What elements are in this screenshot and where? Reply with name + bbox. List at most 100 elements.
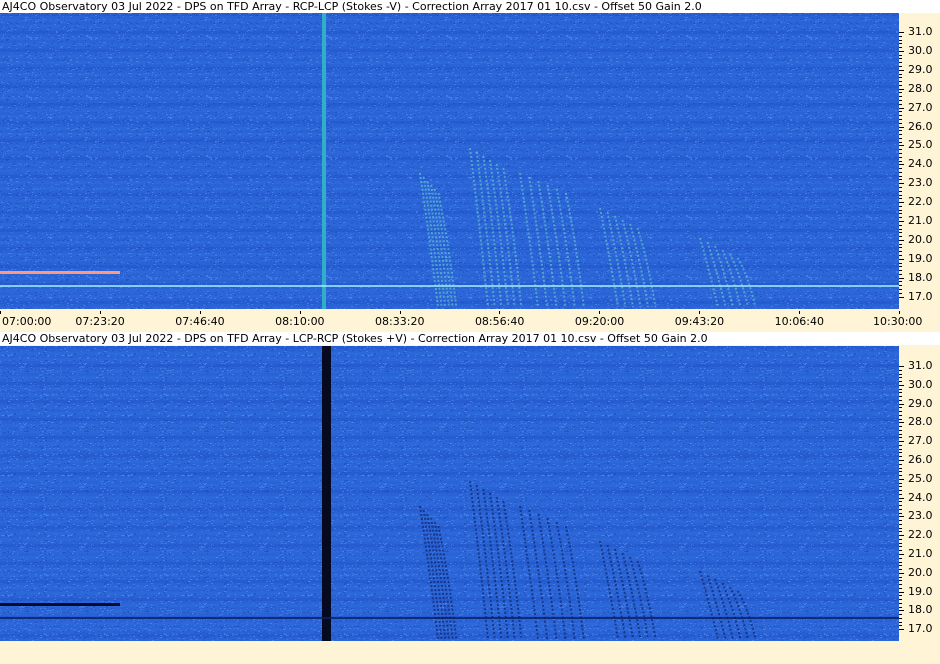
freq-minor-tick bbox=[899, 369, 902, 371]
freq-minor-tick bbox=[899, 281, 902, 283]
noise-texture bbox=[0, 346, 899, 641]
freq-minor-tick bbox=[899, 194, 902, 196]
freq-minor-tick bbox=[899, 58, 902, 60]
freq-minor-tick bbox=[899, 448, 902, 450]
freq-label: 17.0 bbox=[908, 622, 933, 636]
freq-minor-tick bbox=[899, 531, 902, 533]
freq-label: 22.0 bbox=[908, 195, 933, 209]
freq-minor-tick bbox=[899, 587, 902, 589]
freq-tick bbox=[899, 384, 904, 386]
freq-minor-tick bbox=[899, 243, 902, 245]
freq-tick bbox=[899, 296, 904, 298]
freq-minor-tick bbox=[899, 255, 902, 257]
noise-texture bbox=[0, 13, 899, 309]
time-label: 07:23:20 bbox=[75, 315, 125, 328]
freq-minor-tick bbox=[899, 538, 902, 540]
freq-minor-tick bbox=[899, 396, 902, 398]
frequency-axis-bottom: 31.0 30.0 29.0 28.0 27.0 26.0 25.0 24.0 23.0 22.0… bbox=[899, 346, 940, 641]
freq-tick bbox=[899, 460, 904, 461]
freq-tick bbox=[899, 50, 904, 52]
spectrogram-image bbox=[0, 346, 899, 641]
freq-minor-tick bbox=[899, 141, 902, 143]
freq-minor-tick bbox=[899, 444, 902, 446]
freq-minor-tick bbox=[899, 130, 902, 132]
freq-minor-tick bbox=[899, 209, 902, 211]
freq-minor-tick bbox=[899, 407, 902, 409]
freq-minor-tick bbox=[899, 467, 902, 469]
freq-minor-tick bbox=[899, 463, 902, 465]
interference-band bbox=[0, 271, 120, 274]
calibration-stripe bbox=[322, 346, 331, 641]
freq-tick bbox=[899, 497, 904, 499]
freq-label: 31.0 bbox=[908, 359, 933, 372]
freq-minor-tick bbox=[899, 595, 902, 597]
freq-minor-tick bbox=[899, 205, 902, 207]
freq-minor-tick bbox=[899, 251, 902, 253]
freq-tick bbox=[899, 69, 904, 71]
spectrogram-image bbox=[0, 13, 899, 309]
freq-minor-tick bbox=[899, 381, 902, 383]
freq-label: 25.0 bbox=[908, 471, 933, 485]
freq-minor-tick bbox=[899, 414, 902, 416]
freq-label: 30.0 bbox=[908, 377, 933, 391]
freq-tick bbox=[899, 183, 904, 185]
freq-minor-tick bbox=[899, 137, 902, 139]
spectrogram-top[interactable] bbox=[0, 13, 899, 309]
panel-title-bottom: AJ4CO Observatory 03 Jul 2022 - DPS on T… bbox=[0, 332, 940, 345]
time-tick bbox=[599, 311, 601, 314]
freq-minor-tick bbox=[899, 508, 902, 510]
freq-minor-tick bbox=[899, 111, 902, 113]
calibration-stripe bbox=[322, 13, 326, 309]
freq-tick bbox=[899, 258, 904, 260]
freq-minor-tick bbox=[899, 122, 902, 124]
freq-minor-tick bbox=[899, 39, 902, 41]
freq-minor-tick bbox=[899, 289, 902, 291]
freq-label: 21.0 bbox=[908, 214, 933, 227]
freq-tick bbox=[899, 535, 904, 537]
time-tick bbox=[699, 311, 701, 314]
freq-minor-tick bbox=[899, 103, 902, 105]
spectrogram-bottom[interactable] bbox=[0, 346, 899, 641]
freq-label: 29.0 bbox=[908, 62, 933, 76]
freq-minor-tick bbox=[899, 224, 902, 226]
freq-minor-tick bbox=[899, 84, 902, 86]
freq-minor-tick bbox=[899, 456, 902, 458]
freq-minor-tick bbox=[899, 236, 902, 238]
time-label: 07:46:40 bbox=[175, 315, 225, 328]
freq-minor-tick bbox=[899, 285, 902, 287]
freq-minor-tick bbox=[899, 557, 902, 559]
freq-tick bbox=[899, 277, 904, 279]
freq-minor-tick bbox=[899, 160, 902, 162]
freq-label: 27.0 bbox=[908, 100, 933, 114]
freq-label: 27.0 bbox=[908, 434, 933, 448]
freq-label: 19.0 bbox=[908, 584, 933, 598]
freq-label: 19.0 bbox=[908, 251, 933, 265]
bottom-strip bbox=[0, 641, 940, 664]
freq-minor-tick bbox=[899, 232, 902, 234]
freq-tick bbox=[899, 202, 904, 204]
freq-minor-tick bbox=[899, 134, 902, 136]
freq-minor-tick bbox=[899, 66, 902, 68]
freq-minor-tick bbox=[899, 392, 902, 394]
freq-minor-tick bbox=[899, 198, 902, 200]
freq-label: 29.0 bbox=[908, 396, 933, 410]
freq-minor-tick bbox=[899, 96, 902, 98]
freq-minor-tick bbox=[899, 542, 902, 544]
time-tick bbox=[199, 311, 201, 314]
freq-minor-tick bbox=[899, 149, 902, 151]
freq-minor-tick bbox=[899, 168, 902, 170]
time-tick bbox=[99, 311, 101, 314]
freq-tick bbox=[899, 239, 904, 241]
time-tick bbox=[0, 311, 1, 314]
freq-label: 24.0 bbox=[908, 490, 933, 504]
freq-minor-tick bbox=[899, 584, 902, 586]
freq-label: 20.0 bbox=[908, 565, 933, 579]
freq-minor-tick bbox=[899, 262, 902, 264]
freq-label: 30.0 bbox=[908, 43, 933, 57]
freq-minor-tick bbox=[899, 115, 902, 117]
freq-minor-tick bbox=[899, 399, 902, 401]
freq-tick bbox=[899, 366, 904, 367]
freq-label: 18.0 bbox=[908, 270, 933, 284]
freq-tick bbox=[899, 221, 904, 222]
panel-title-top: AJ4CO Observatory 03 Jul 2022 - DPS on T… bbox=[0, 0, 940, 13]
